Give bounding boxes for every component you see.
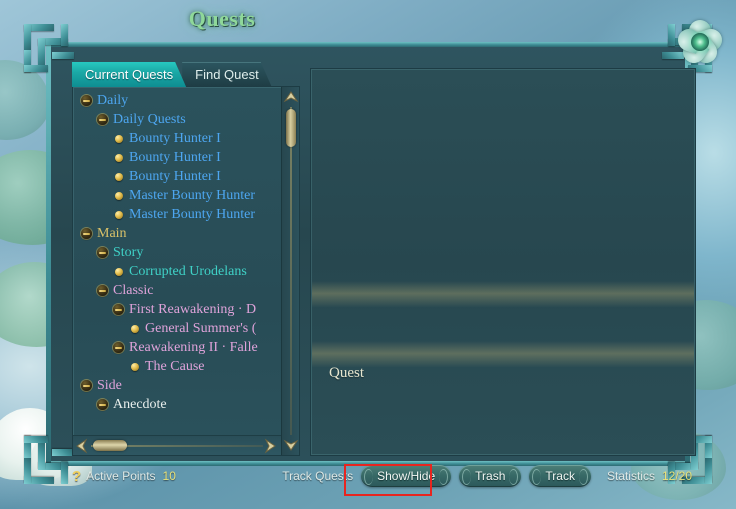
quest-bullet-icon	[115, 134, 123, 143]
quest-tree-label: Bounty Hunter I	[129, 131, 221, 146]
quest-tree-label: Master Bounty Hunter	[129, 207, 255, 222]
quest-tree-label: Bounty Hunter I	[129, 169, 221, 184]
close-icon[interactable]	[675, 20, 725, 68]
quest-tree-branch[interactable]: Reawakening II · Falle	[73, 338, 281, 357]
detail-divider-band	[312, 281, 694, 307]
collapse-toggle-icon[interactable]	[97, 285, 108, 296]
tab-current-quests[interactable]: Current Quests	[72, 62, 186, 87]
quest-tree-branch[interactable]: Side	[73, 376, 281, 395]
trash-button[interactable]: Trash	[459, 465, 522, 487]
collapse-toggle-icon[interactable]	[97, 247, 108, 258]
bottom-toolbar: ? Active Points 10 Track Quests Show/Hid…	[72, 462, 692, 490]
collapse-toggle-icon[interactable]	[81, 380, 92, 391]
quest-tree-branch[interactable]: Daily	[73, 91, 281, 110]
quest-bullet-icon	[115, 191, 123, 200]
quest-tree-label: Story	[113, 245, 144, 260]
quest-window: Quests Current Quests Find Quest Daily Da…	[18, 6, 725, 496]
tab-bar: Current Quests Find Quest	[72, 62, 268, 87]
collapse-toggle-icon[interactable]	[97, 114, 108, 125]
statistics-label: Statistics	[606, 469, 655, 483]
show-hide-button[interactable]: Show/Hide	[361, 465, 452, 487]
quest-bullet-icon	[115, 172, 123, 181]
scroll-left-icon[interactable]	[74, 438, 92, 454]
horizontal-scrollbar[interactable]	[73, 435, 281, 455]
quest-tree-leaf[interactable]: Bounty Hunter I	[73, 167, 281, 186]
quest-tree-branch[interactable]: Daily Quests	[73, 110, 281, 129]
quest-tree-label: Daily	[97, 93, 129, 108]
horizontal-scroll-thumb[interactable]	[93, 440, 127, 451]
quest-detail-text: Quest	[329, 365, 364, 381]
quest-tree-label: Main	[97, 226, 127, 241]
quest-bullet-icon	[131, 324, 139, 333]
scroll-up-icon[interactable]	[282, 89, 299, 105]
quest-tree-label: The Cause	[145, 359, 205, 374]
quest-bullet-icon	[115, 267, 123, 276]
scroll-down-icon[interactable]	[282, 437, 299, 453]
help-icon[interactable]: ?	[72, 468, 81, 485]
quest-tree-branch[interactable]: First Reawakening · D	[73, 300, 281, 319]
quest-tree-leaf[interactable]: Bounty Hunter I	[73, 129, 281, 148]
statistics-value: 12/20	[661, 469, 692, 483]
quest-tree-label: Reawakening II · Falle	[129, 340, 258, 355]
scroll-right-icon[interactable]	[262, 438, 280, 454]
tab-find-quest[interactable]: Find Quest	[182, 62, 272, 87]
quest-tree-leaf[interactable]: General Summer's (	[73, 319, 281, 338]
quest-bullet-icon	[115, 153, 123, 162]
quest-tree-label: Corrupted Urodelans	[129, 264, 247, 279]
vertical-scroll-track[interactable]	[290, 107, 292, 435]
quest-tree-leaf[interactable]: The Cause	[73, 357, 281, 376]
quest-tree-label: Master Bounty Hunter	[129, 188, 255, 203]
active-points-value: 10	[162, 469, 176, 483]
collapse-toggle-icon[interactable]	[113, 342, 124, 353]
quest-tree-leaf[interactable]: Master Bounty Hunter	[73, 186, 281, 205]
knot-ornament-top-left	[18, 18, 80, 80]
quest-tree-label: Anecdote	[113, 397, 167, 412]
quest-tree-label: Daily Quests	[113, 112, 186, 127]
collapse-toggle-icon[interactable]	[97, 399, 108, 410]
quest-tree-label: Bounty Hunter I	[129, 150, 221, 165]
track-button[interactable]: Track	[529, 465, 591, 487]
vertical-scrollbar[interactable]	[281, 87, 299, 455]
quest-tree-branch[interactable]: Classic	[73, 281, 281, 300]
quest-tree-leaf[interactable]: Corrupted Urodelans	[73, 262, 281, 281]
quest-tree-label: Side	[97, 378, 122, 393]
quest-tree-leaf[interactable]: Bounty Hunter I	[73, 148, 281, 167]
collapse-toggle-icon[interactable]	[81, 228, 92, 239]
collapse-toggle-icon[interactable]	[113, 304, 124, 315]
quest-tree: Daily Daily Quests Bounty Hunter I Bounty H…	[73, 91, 281, 435]
collapse-toggle-icon[interactable]	[81, 95, 92, 106]
quest-detail-panel: Quest	[310, 68, 696, 456]
frame-left-bar	[46, 42, 51, 466]
quest-tree-branch[interactable]: Anecdote	[73, 395, 281, 414]
quest-bullet-icon	[131, 362, 139, 371]
quest-tree-label: First Reawakening · D	[129, 302, 257, 317]
page-title: Quests	[188, 6, 256, 31]
active-points-label: Active Points	[86, 469, 156, 483]
vertical-scroll-thumb[interactable]	[286, 109, 296, 147]
quest-tree-branch[interactable]: Main	[73, 224, 281, 243]
track-quests-label: Track Quests	[282, 469, 354, 483]
frame-top-bar	[46, 42, 690, 47]
detail-divider-band	[312, 341, 694, 367]
quest-tree-label: Classic	[113, 283, 154, 298]
quest-bullet-icon	[115, 210, 123, 219]
quest-list-panel: Daily Daily Quests Bounty Hunter I Bounty H…	[72, 86, 300, 456]
quest-tree-label: General Summer's (	[145, 321, 257, 336]
quest-tree-leaf[interactable]: Master Bounty Hunter	[73, 205, 281, 224]
blossom-center	[691, 33, 709, 51]
quest-tree-branch[interactable]: Story	[73, 243, 281, 262]
knot-ornament-bottom-left	[18, 428, 80, 490]
